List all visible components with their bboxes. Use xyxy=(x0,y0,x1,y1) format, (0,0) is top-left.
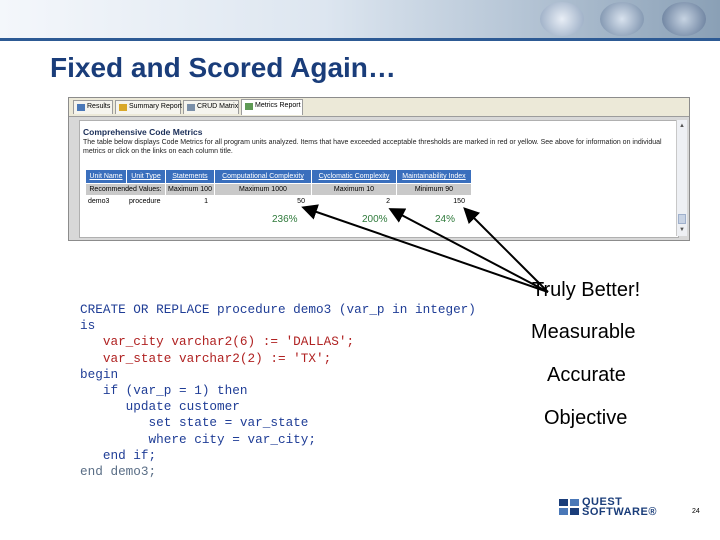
code-line: CREATE OR REPLACE procedure demo3 (var_p… xyxy=(80,302,476,317)
grid-icon xyxy=(187,104,195,111)
table-cell: procedure xyxy=(126,195,166,208)
column-header-statements[interactable]: Statements xyxy=(165,169,215,184)
slide-title: Fixed and Scored Again… xyxy=(50,52,396,83)
scrollbar-thumb[interactable] xyxy=(678,214,686,224)
code-line: is xyxy=(80,318,96,334)
table-cell: Minimum 90 xyxy=(395,183,472,196)
vertical-scrollbar[interactable]: ▲ ▼ xyxy=(676,120,687,236)
table-header-row: Unit Name Unit Type Statements Computati… xyxy=(85,169,472,184)
report-tab-bar: Results Summary Report CRUD Matrix Metri… xyxy=(69,98,689,117)
summary-icon xyxy=(119,104,127,111)
quest-logo-icon xyxy=(559,499,579,515)
header-divider xyxy=(0,38,720,41)
table-cell: 150 xyxy=(395,195,472,208)
metrics-icon xyxy=(245,103,253,110)
code-line: var_city varchar2(6) := 'DALLAS'; xyxy=(80,334,355,350)
bullet-objective: Objective xyxy=(544,407,628,429)
code-line: end if; xyxy=(80,447,157,463)
bullet-accurate: Accurate xyxy=(547,364,626,386)
table-cell: demo3 xyxy=(85,195,127,208)
code-line: var_state varchar2(2) := 'TX'; xyxy=(80,350,332,366)
tab-metrics-report[interactable]: Metrics Report xyxy=(241,99,303,115)
banner-decoration-icon xyxy=(540,2,584,36)
table-row: demo3 procedure 1 50 2 150 xyxy=(85,195,472,208)
tab-results[interactable]: Results xyxy=(73,100,113,114)
page-number: 24 xyxy=(692,508,700,515)
code-line: update customer xyxy=(80,399,240,415)
column-header-computational-complexity[interactable]: Computational Complexity xyxy=(213,169,312,184)
report-title: Comprehensive Code Metrics xyxy=(83,127,203,137)
table-cell: Maximum 1000 xyxy=(213,183,312,196)
scroll-down-icon[interactable]: ▼ xyxy=(678,226,686,234)
bullet-truly-better: Truly Better! xyxy=(532,279,641,301)
logo-line-2: SOFTWARE® xyxy=(582,506,657,518)
quest-software-logo: QUEST SOFTWARE® xyxy=(558,495,678,519)
banner-decoration-icon xyxy=(662,2,706,36)
table-cell: Maximum 10 xyxy=(310,183,397,196)
tab-summary-report[interactable]: Summary Report xyxy=(115,100,182,114)
code-line: set state = var_state xyxy=(80,415,309,431)
table-cell: 2 xyxy=(310,195,397,208)
percent-label: 200% xyxy=(362,214,388,225)
report-description: The table below displays Code Metrics fo… xyxy=(83,139,662,155)
percent-label: 24% xyxy=(435,214,456,225)
header-banner xyxy=(0,0,720,38)
code-listing: CREATE OR REPLACE procedure demo3 (var_p… xyxy=(80,302,476,480)
table-cell: 1 xyxy=(165,195,215,208)
table-cell: 50 xyxy=(213,195,312,208)
banner-decoration-icon xyxy=(600,2,644,36)
column-header-unit-type[interactable]: Unit Type xyxy=(126,169,166,184)
code-line: if (var_p = 1) then xyxy=(80,383,248,399)
column-header-unit-name[interactable]: Unit Name xyxy=(85,169,127,184)
bullet-measurable: Measurable xyxy=(531,321,636,343)
metrics-table: Unit Name Unit Type Statements Computati… xyxy=(85,169,472,208)
scroll-up-icon[interactable]: ▲ xyxy=(678,122,686,130)
code-line: end demo3; xyxy=(80,464,157,480)
table-cell: Maximum 100 xyxy=(165,183,215,196)
results-icon xyxy=(77,104,85,111)
percent-label: 236% xyxy=(272,214,298,225)
column-header-cyclomatic-complexity[interactable]: Cyclomatic Complexity xyxy=(310,169,397,184)
column-header-maintainability-index[interactable]: Maintainability Index xyxy=(395,169,472,184)
recommended-values-row: Recommended Values: Maximum 100 Maximum … xyxy=(85,183,472,196)
table-cell: Recommended Values: xyxy=(85,183,166,196)
tab-crud-matrix[interactable]: CRUD Matrix xyxy=(183,100,239,114)
code-line: where city = var_city; xyxy=(80,431,317,447)
code-line: begin xyxy=(80,366,119,382)
